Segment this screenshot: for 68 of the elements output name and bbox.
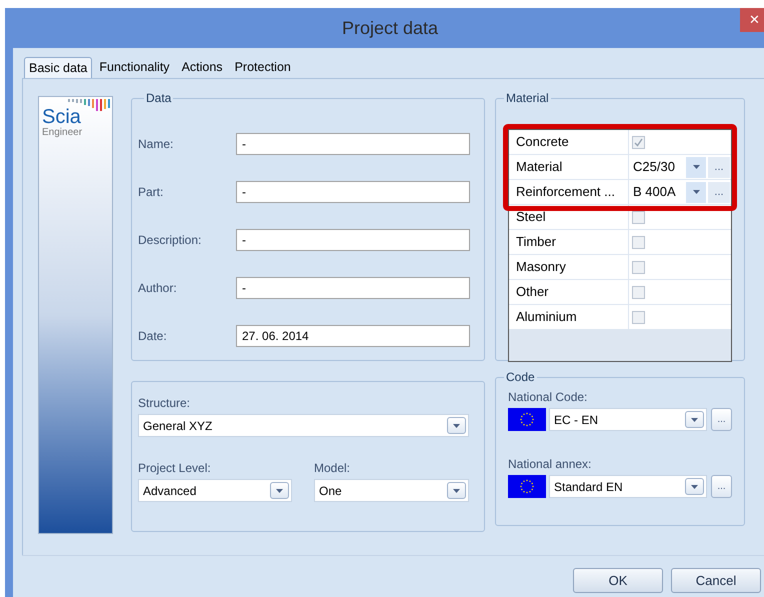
grid-label: Other (509, 280, 629, 304)
caret-icon (453, 488, 460, 492)
dropdown-arrow-button[interactable] (447, 417, 466, 434)
logo-tagline: Engineer (42, 127, 82, 138)
grid-value: C25/30 (632, 158, 676, 176)
grid-label: Timber (509, 230, 629, 254)
dropdown-arrow-button[interactable] (447, 482, 466, 499)
dropdown-value: General XYZ (143, 418, 214, 434)
tab[interactable]: Actions (176, 57, 228, 78)
tab[interactable]: Functionality (94, 57, 175, 78)
flag-icon (508, 475, 546, 498)
more-button[interactable]: ... (711, 408, 732, 431)
group-title: Code (505, 369, 536, 386)
dropdown[interactable]: EC - EN (549, 408, 707, 431)
grid-label: Masonry (509, 255, 629, 279)
flag-icon (508, 408, 546, 431)
text-field[interactable]: - (236, 181, 470, 203)
caret-icon (453, 424, 460, 428)
grid-label: Concrete (509, 130, 629, 154)
text-field[interactable]: - (236, 277, 470, 299)
dropdown-value: Standard EN (554, 478, 624, 496)
more-button[interactable]: ... (711, 475, 732, 498)
field-label: Author: (138, 280, 178, 297)
group-title: Material (505, 90, 550, 107)
dropdown-value: EC - EN (554, 412, 600, 428)
dropdown[interactable]: General XYZ (138, 414, 469, 437)
text-field[interactable]: - (236, 133, 470, 155)
dropdown[interactable]: Standard EN (549, 475, 707, 498)
dropdown-value: One (319, 482, 343, 500)
window-title: Project data (342, 16, 438, 40)
dropdown-value: Advanced (143, 482, 198, 500)
caret-icon (692, 190, 700, 194)
cancel-button[interactable]: Cancel (671, 568, 761, 593)
ok-button[interactable]: OK (573, 568, 663, 593)
more-button[interactable]: ... (708, 182, 730, 202)
tab[interactable]: Basic data (24, 57, 92, 78)
close-button[interactable]: ✕ (740, 8, 764, 32)
dropdown-arrow-button[interactable] (685, 478, 704, 495)
grid-value: B 400A (632, 183, 677, 202)
dropdown[interactable]: One (314, 479, 469, 502)
field-label: National Code: (508, 389, 588, 404)
field-label: Description: (138, 232, 202, 249)
field-label: Name: (138, 136, 174, 153)
group-title: Data (145, 90, 172, 107)
text-field[interactable]: - (236, 229, 470, 251)
caret-icon (691, 484, 698, 488)
dropdown-arrow-button[interactable] (685, 411, 704, 428)
field-label: Date: (138, 328, 168, 345)
more-button[interactable]: ... (708, 156, 730, 178)
field-label: National annex: (508, 456, 592, 471)
grid-label: Reinforcement ... (509, 180, 629, 204)
grid-label: Material (509, 155, 629, 179)
tab[interactable]: Protection (230, 57, 296, 78)
caret-icon (692, 165, 700, 169)
field-label: Project Level: (138, 460, 212, 475)
caret-icon (276, 488, 283, 492)
field-label: Structure: (138, 395, 192, 410)
logo-text: Scia (42, 107, 81, 127)
grid-label: Steel (509, 205, 629, 229)
dropdown-arrow-button[interactable] (686, 182, 706, 202)
dropdown-arrow-button[interactable] (686, 156, 706, 178)
text-field[interactable]: 27. 06. 2014 (236, 325, 470, 347)
dropdown[interactable]: Advanced (138, 479, 292, 502)
field-label: Part: (138, 184, 164, 201)
dropdown-arrow-button[interactable] (270, 482, 289, 499)
caret-icon (691, 418, 698, 422)
grid-label: Aluminium (509, 305, 629, 329)
field-label: Model: (314, 460, 352, 475)
